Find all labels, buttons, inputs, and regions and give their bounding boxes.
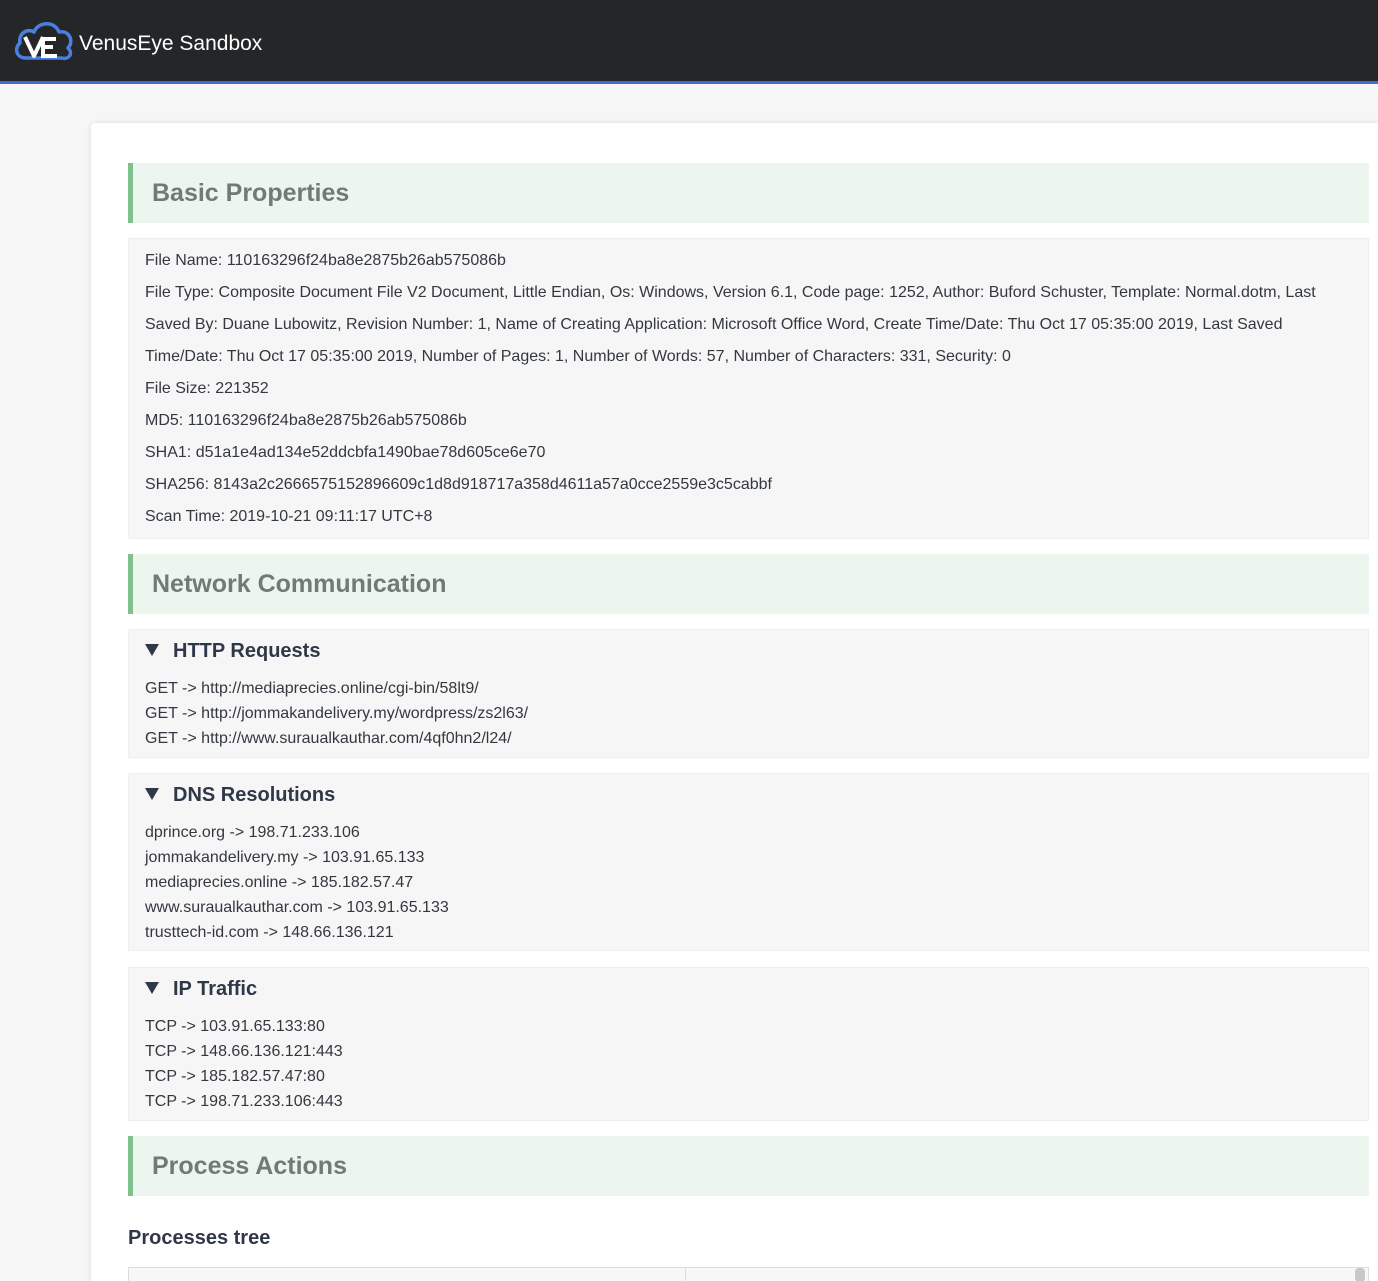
file-type: File Type: Composite Document File V2 Do… (145, 284, 1316, 365)
section-process-actions: Process Actions (128, 1136, 1369, 1196)
dns-resolutions-panel: DNS Resolutions dprince.org -> 198.71.23… (128, 773, 1369, 951)
column-divider (685, 1268, 686, 1281)
list-item: jommakandelivery.my -> 103.91.65.133 (145, 849, 425, 866)
section-title: Process Actions (152, 1152, 347, 1180)
triangle-down-icon (145, 644, 159, 656)
md5-hash: MD5: 110163296f24ba8e2875b26ab575086b (145, 412, 467, 429)
dns-resolutions-toggle[interactable]: DNS Resolutions (145, 782, 335, 808)
http-requests-panel: HTTP Requests GET -> http://mediaprecies… (128, 629, 1369, 758)
triangle-down-icon (145, 982, 159, 994)
list-item: www.suraualkauthar.com -> 103.91.65.133 (145, 899, 449, 916)
processes-tree-title: Processes tree (128, 1227, 271, 1249)
list-item: GET -> http://www.suraualkauthar.com/4qf… (145, 730, 512, 747)
http-requests-title: HTTP Requests (173, 640, 321, 662)
list-item: TCP -> 148.66.136.121:443 (145, 1043, 343, 1060)
list-item: dprince.org -> 198.71.233.106 (145, 824, 360, 841)
list-item: mediaprecies.online -> 185.182.57.47 (145, 874, 414, 891)
list-item: TCP -> 185.182.57.47:80 (145, 1068, 325, 1085)
dns-resolutions-title: DNS Resolutions (173, 784, 336, 806)
top-navbar: VenusEye Sandbox (0, 0, 1378, 84)
list-item: TCP -> 198.71.233.106:443 (145, 1093, 343, 1110)
section-network-communication: Network Communication (128, 554, 1369, 614)
list-item: TCP -> 103.91.65.133:80 (145, 1018, 325, 1035)
brand-title[interactable]: VenusEye Sandbox (79, 31, 262, 57)
http-requests-toggle[interactable]: HTTP Requests (145, 638, 320, 664)
sha256-hash: SHA256: 8143a2c2666575152896609c1d8d9187… (145, 476, 772, 493)
section-title: Basic Properties (152, 179, 350, 207)
file-name: File Name: 110163296f24ba8e2875b26ab5750… (145, 252, 506, 269)
ip-traffic-panel: IP Traffic TCP -> 103.91.65.133:80 TCP -… (128, 967, 1369, 1121)
file-size: File Size: 221352 (145, 380, 269, 397)
table-scrollbar[interactable] (1355, 1268, 1365, 1281)
venuseye-logo-icon[interactable] (12, 18, 76, 66)
sha1-hash: SHA1: d51a1e4ad134e52ddcbfa1490bae78d605… (145, 444, 546, 461)
scan-time: Scan Time: 2019-10-21 09:11:17 UTC+8 (145, 508, 433, 525)
ip-traffic-title: IP Traffic (173, 978, 258, 1000)
list-item: trusttech-id.com -> 148.66.136.121 (145, 924, 394, 941)
basic-properties-panel: File Name: 110163296f24ba8e2875b26ab5750… (128, 238, 1369, 539)
list-item: GET -> http://mediaprecies.online/cgi-bi… (145, 680, 479, 697)
processes-tree-table (128, 1267, 1369, 1281)
section-title: Network Communication (152, 570, 447, 598)
ip-traffic-toggle[interactable]: IP Traffic (145, 976, 257, 1002)
section-basic-properties: Basic Properties (128, 163, 1369, 223)
list-item: GET -> http://jommakandelivery.my/wordpr… (145, 705, 529, 722)
triangle-down-icon (145, 788, 159, 800)
